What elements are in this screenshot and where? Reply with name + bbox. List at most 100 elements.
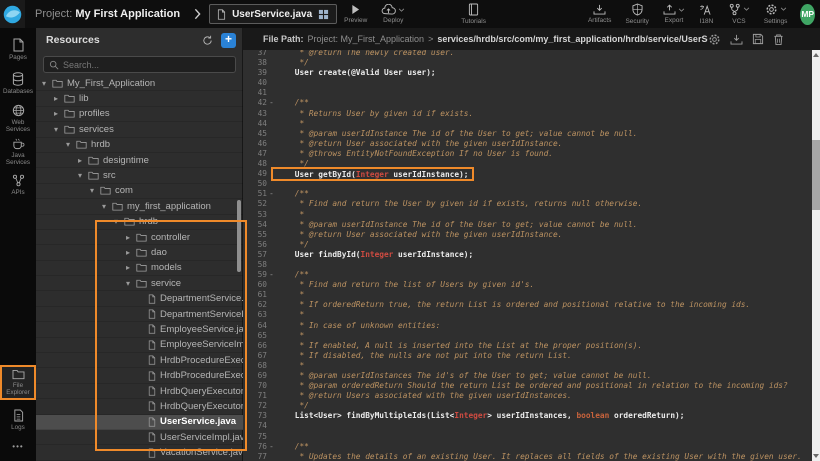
tree-item-folder[interactable]: ▾com	[36, 184, 243, 199]
tree-item-file[interactable]: UserServiceImpl.java	[36, 430, 243, 445]
line-number: 61	[243, 290, 267, 300]
resources-title: Resources	[46, 34, 202, 46]
tree-item-folder[interactable]: ▸dao	[36, 245, 243, 260]
file-icon	[148, 401, 156, 411]
project-breadcrumb[interactable]: Project: My First Application	[35, 8, 180, 20]
tree-item-folder[interactable]: ▾hrdb	[36, 138, 243, 153]
tree-item-folder[interactable]: ▾My_First_Application	[36, 76, 243, 91]
tree-item-folder[interactable]: ▾services	[36, 122, 243, 137]
vcs-button[interactable]: VCS	[721, 0, 757, 28]
fold-marker[interactable]: -	[267, 442, 276, 452]
sidebar-item-file-explorer[interactable]: File Explorer	[2, 367, 34, 398]
scroll-up-icon[interactable]	[813, 53, 819, 57]
add-resource-button[interactable]: +	[221, 33, 236, 48]
tree-item-folder[interactable]: ▸lib	[36, 91, 243, 106]
settings-button[interactable]: Settings	[757, 0, 795, 28]
code-line: 68 *	[243, 361, 820, 371]
fold-marker[interactable]: -	[267, 189, 276, 199]
preview-button[interactable]: Preview	[337, 0, 374, 28]
scroll-down-icon[interactable]	[813, 454, 819, 458]
fold-spacer	[267, 199, 276, 209]
tree-item-folder[interactable]: ▾src	[36, 168, 243, 183]
sidebar-item-databases[interactable]: Databases	[2, 70, 34, 97]
line-number: 39	[243, 68, 267, 78]
tree-item-folder[interactable]: ▸models	[36, 261, 243, 276]
code-editor[interactable]: 37 * @return The newly created user.38 *…	[243, 50, 820, 461]
resources-scrollbar-thumb[interactable]	[237, 200, 241, 272]
sidebar-item-java-services[interactable]: Java Services	[2, 136, 34, 168]
line-number: 59	[243, 270, 267, 280]
download-icon[interactable]	[730, 34, 743, 45]
caret-down-icon	[780, 7, 787, 11]
tree-item-folder[interactable]: ▸designtime	[36, 153, 243, 168]
fold-marker[interactable]: -	[267, 98, 276, 108]
code-line: 54 * @param userIdInstance The id of the…	[243, 220, 820, 230]
sidebar-item-logs[interactable]: Logs	[2, 407, 34, 433]
shield-icon	[632, 3, 643, 16]
tab-userservice-java[interactable]: UserService.java	[209, 4, 337, 24]
tree-item-folder[interactable]: ▸profiles	[36, 107, 243, 122]
security-button[interactable]: Security	[618, 0, 655, 28]
fold-spacer	[267, 321, 276, 331]
sidebar-item-pages[interactable]: Pages	[2, 36, 34, 63]
tree-item-folder[interactable]: ▾my_first_application	[36, 199, 243, 214]
deploy-button[interactable]: Deploy	[374, 0, 412, 28]
tree-item-file[interactable]: EmployeeService.java	[36, 322, 243, 337]
sidebar-more-button[interactable]: •••	[0, 442, 36, 451]
tree-item-file[interactable]: DepartmentServiceImpl.jav	[36, 307, 243, 322]
tutorials-button[interactable]: Tutorials	[454, 0, 493, 28]
user-avatar[interactable]: MP	[800, 4, 815, 25]
folder-icon	[136, 279, 147, 288]
export-button[interactable]: Export	[656, 0, 692, 28]
pathbar-actions	[708, 33, 812, 46]
fold-spacer	[267, 331, 276, 341]
play-icon	[351, 4, 360, 15]
editor-scrollbar-thumb[interactable]	[812, 140, 820, 210]
gear-icon[interactable]	[708, 33, 721, 46]
tree-item-folder[interactable]: ▸controller	[36, 230, 243, 245]
save-icon[interactable]	[752, 33, 764, 45]
tree-item-file[interactable]: UserService.java	[36, 415, 243, 430]
file-path-project: Project: My_First_Application	[308, 34, 425, 44]
fold-marker[interactable]: -	[267, 270, 276, 280]
line-number: 45	[243, 129, 267, 139]
line-number: 50	[243, 179, 267, 189]
line-number: 63	[243, 310, 267, 320]
app-logo[interactable]	[0, 0, 25, 28]
tree-item-file[interactable]: HrdbQueryExecutorService	[36, 399, 243, 414]
artifacts-button[interactable]: Artifacts	[581, 0, 618, 28]
tree-item-file[interactable]: EmployeeServiceImpl.java	[36, 338, 243, 353]
tree-item-folder[interactable]: ▾service	[36, 276, 243, 291]
tree-item-file[interactable]: HrdbProcedureExecutorSe	[36, 368, 243, 383]
tree-item-folder[interactable]: ▾hrdb	[36, 215, 243, 230]
line-number: 65	[243, 331, 267, 341]
code-line: 67 * If disabled, the nulls are not put …	[243, 351, 820, 361]
resources-search[interactable]	[43, 56, 236, 73]
line-number: 46	[243, 139, 267, 149]
code-line: 47 * @throws EntityNotFoundException If …	[243, 149, 820, 159]
file-path-label: File Path:	[263, 34, 304, 44]
editor-pane: File Path: Project: My_First_Application…	[243, 28, 820, 461]
line-number: 49	[243, 169, 267, 179]
grid-icon[interactable]	[318, 9, 329, 20]
fold-spacer	[267, 351, 276, 361]
tree-item-file[interactable]: HrdbProcedureExecutorSe	[36, 353, 243, 368]
search-input[interactable]	[63, 60, 230, 70]
tree-item-file[interactable]: VacationService.java	[36, 445, 243, 460]
refresh-icon[interactable]	[202, 35, 213, 46]
file-icon	[148, 324, 156, 334]
editor-scrollbar-track[interactable]	[812, 50, 820, 461]
code-line: 77 * Updates the details of an existing …	[243, 452, 820, 461]
tree-item-file[interactable]: DepartmentService.java	[36, 291, 243, 306]
line-number: 62	[243, 300, 267, 310]
i18n-button[interactable]: I18N	[692, 0, 721, 28]
sidebar-item-web-services[interactable]: Web Services	[2, 102, 34, 135]
sidebar-item-apis[interactable]: APIs	[2, 172, 34, 198]
fold-spacer	[267, 361, 276, 371]
tree-item-file[interactable]: HrdbQueryExecutorService	[36, 384, 243, 399]
code-line-highlighted: 49 User getById(Integer userIdInstance);	[243, 169, 820, 179]
folder-icon	[64, 109, 75, 118]
code-line: 76- /**	[243, 442, 820, 452]
trash-icon[interactable]	[773, 33, 784, 46]
fold-spacer	[267, 421, 276, 431]
